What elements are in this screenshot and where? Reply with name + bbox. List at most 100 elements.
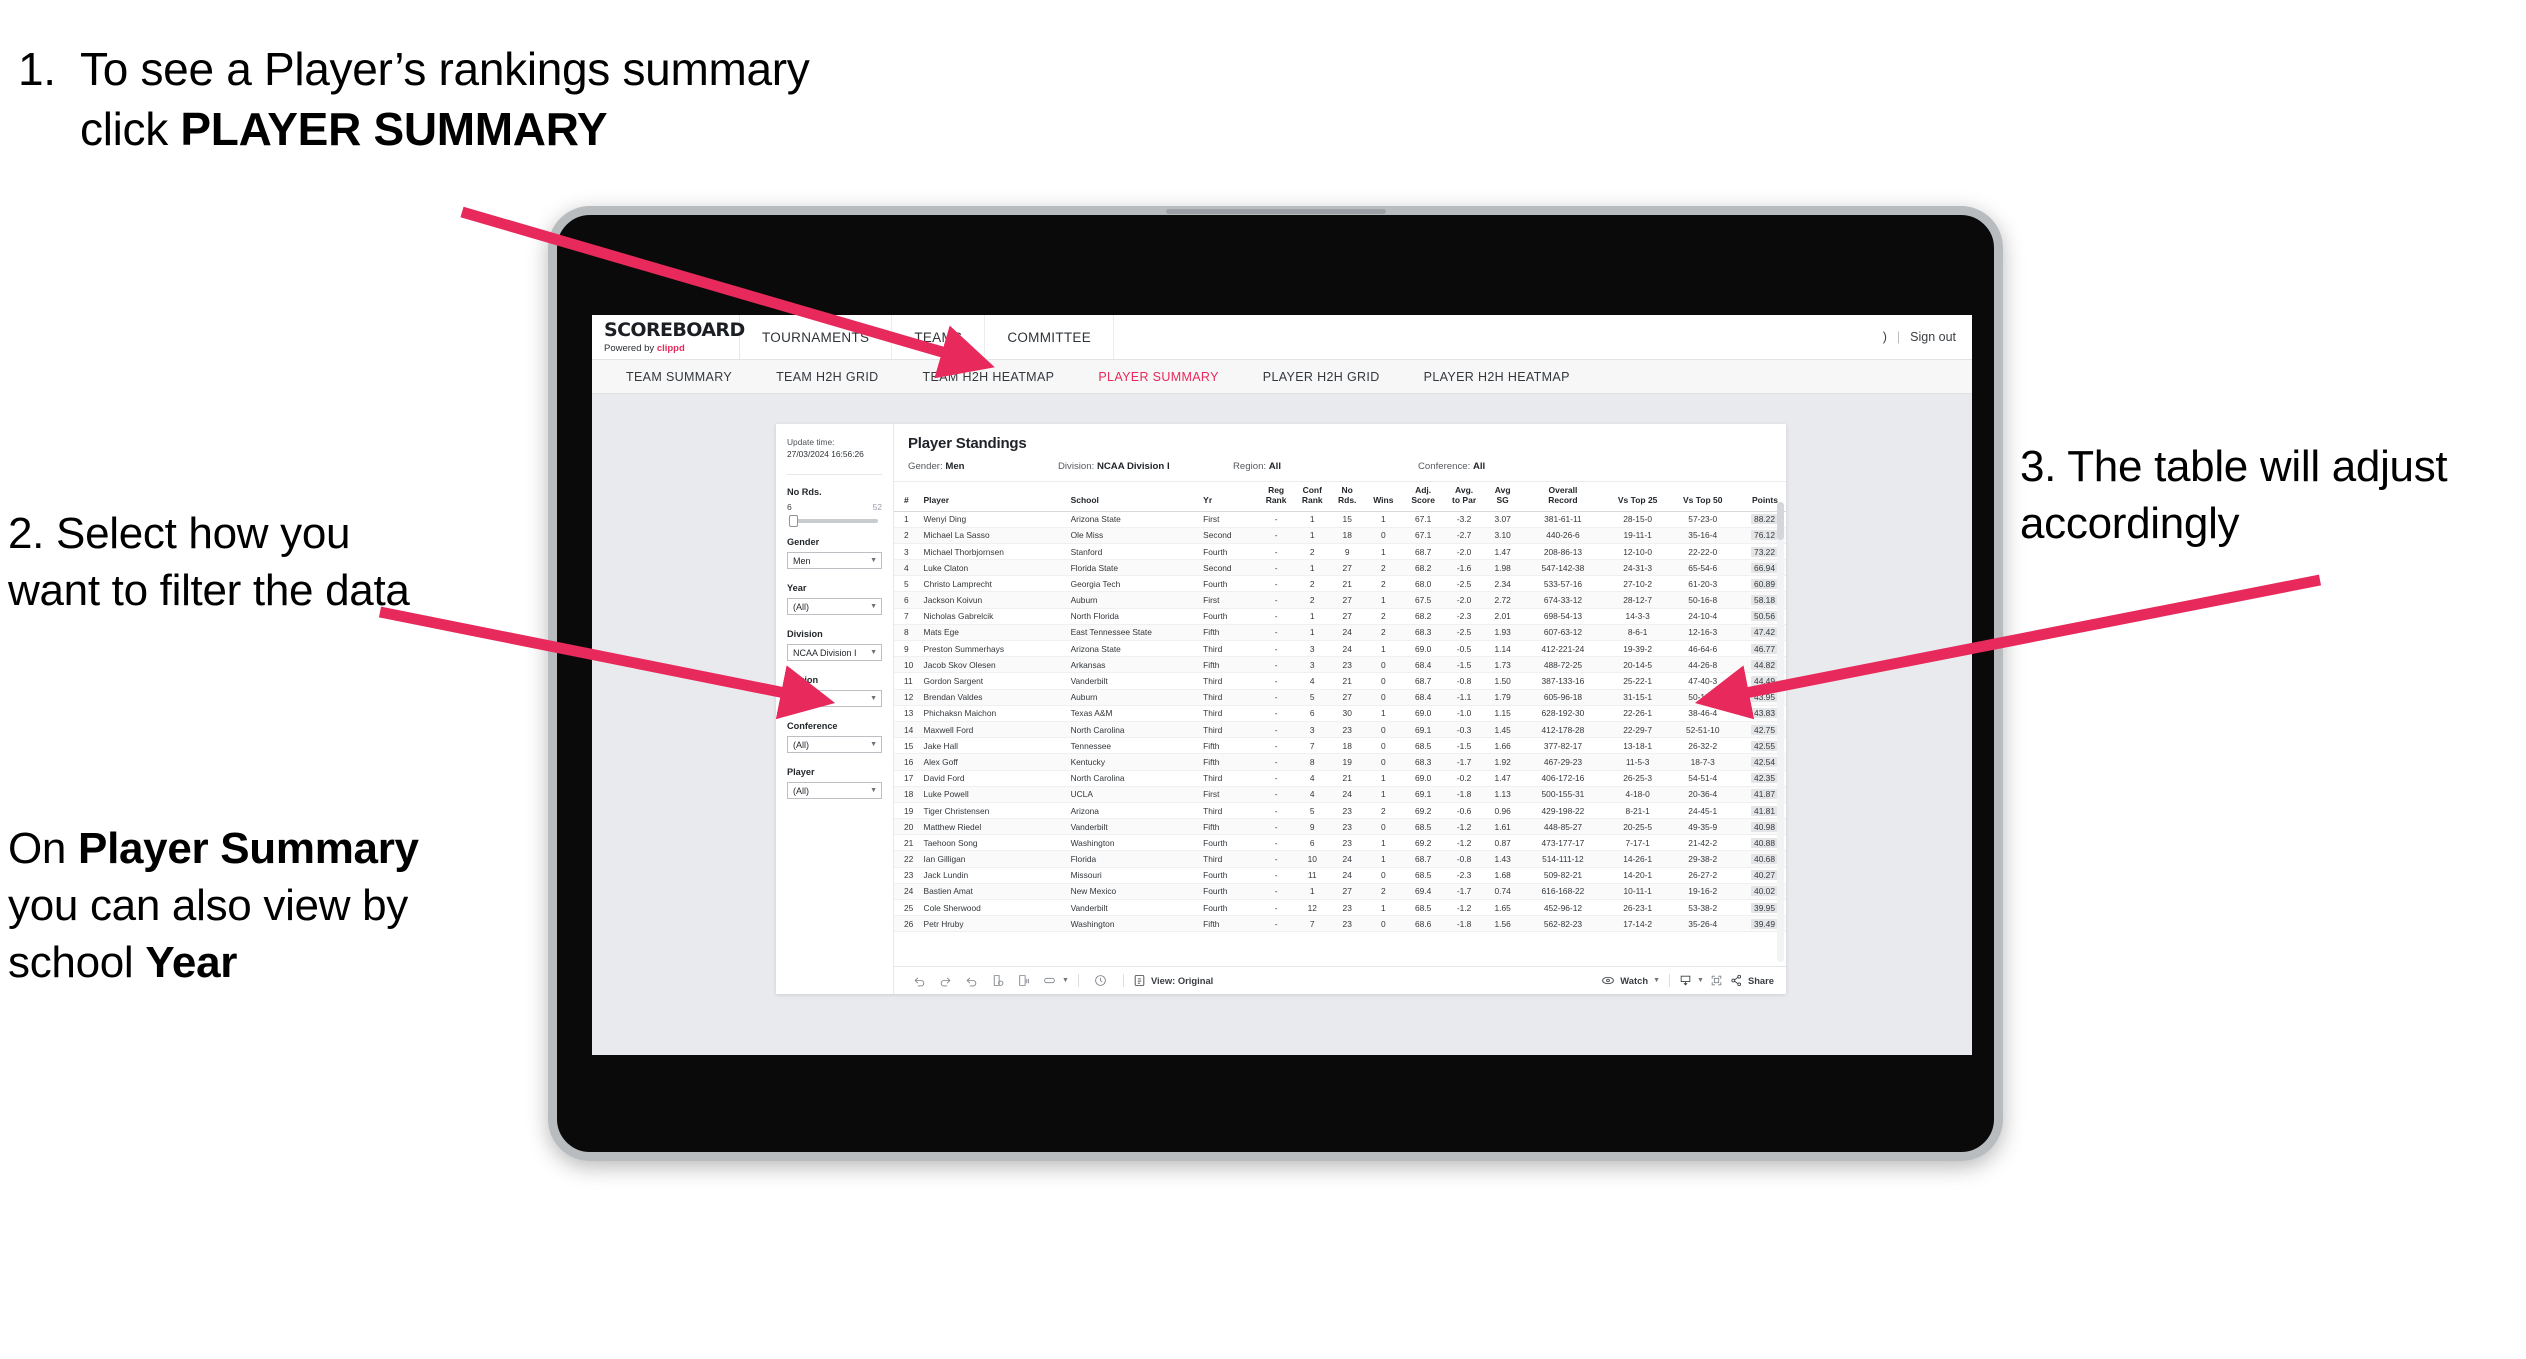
col-year[interactable]: Yr — [1200, 482, 1259, 512]
table-row[interactable]: 5 Christo Lamprecht Georgia Tech Fourth -2 21… — [894, 575, 1786, 593]
device-layout-icon[interactable] — [1036, 974, 1062, 987]
tab-team-h2h-heatmap[interactable]: TEAM H2H HEATMAP — [901, 370, 1077, 384]
table-row[interactable]: 17 David Ford North Carolina Third -4 21 1 69.0… — [894, 770, 1786, 787]
download-button[interactable]: ▼ — [1679, 974, 1704, 987]
gender-dropdown[interactable]: Men ▼ — [787, 552, 882, 570]
cell-vs-top-50: 24-10-4 — [1670, 608, 1736, 625]
table-row[interactable]: 1 Wenyi Ding Arizona State First -1 15 1 67.1 -3… — [894, 511, 1786, 528]
logo-tagline-prefix: Powered by — [604, 342, 657, 354]
device-caret-icon[interactable]: ▼ — [1062, 977, 1069, 984]
table-row[interactable]: 19 Tiger Christensen Arizona Third -5 23 2 69.2… — [894, 802, 1786, 820]
slider-max-value: 52 — [872, 502, 882, 513]
table-row[interactable]: 6 Jackson Koivun Auburn First -2 27 1 67.5 -2.0 2… — [894, 591, 1786, 609]
cell-no-rounds: 27 — [1330, 689, 1365, 706]
view-original-button[interactable]: View: Original — [1133, 974, 1213, 987]
col-school[interactable]: School — [1067, 482, 1201, 512]
player-dropdown[interactable]: (All) ▼ — [787, 782, 882, 800]
redo-icon[interactable] — [932, 974, 958, 987]
table-row[interactable]: 9 Preston Summerhays Arizona State Third -3 2… — [894, 640, 1786, 658]
tab-team-h2h-grid[interactable]: TEAM H2H GRID — [754, 370, 900, 384]
sign-out-link[interactable]: Sign out — [1910, 330, 1956, 344]
table-row[interactable]: 26 Petr Hruby Washington Fifth -7 23 0 68.6 -1.8… — [894, 915, 1786, 933]
table-row[interactable]: 12 Brendan Valdes Auburn Third -5 27 0 68.4 -1.1… — [894, 689, 1786, 706]
tab-player-summary[interactable]: PLAYER SUMMARY — [1076, 370, 1240, 384]
table-row[interactable]: 10 Jacob Skov Olesen Arkansas Fifth -3 23 0 68.… — [894, 656, 1786, 674]
col-adj-score[interactable]: Adj. Score — [1402, 482, 1444, 512]
cell-no-rounds: 18 — [1330, 527, 1365, 544]
revert-icon[interactable] — [958, 974, 984, 987]
col-wins[interactable]: Wins — [1364, 482, 1403, 512]
region-dropdown[interactable]: N/A ▼ — [787, 690, 882, 708]
table-row[interactable]: 22 Ian Gilligan Florida Third -10 24 1 68.7 -0.8… — [894, 850, 1786, 868]
nav-item-teams[interactable]: TEAMS — [892, 315, 986, 359]
table-row[interactable]: 8 Mats Ege East Tennessee State Fifth -1 24 2 6… — [894, 624, 1786, 642]
table-row[interactable]: 16 Alex Goff Kentucky Fifth -8 19 0 68.3 -1.7 1.9… — [894, 753, 1786, 771]
nav-item-committee[interactable]: COMMITTEE — [985, 315, 1115, 359]
col-no-rounds[interactable]: No Rds. — [1330, 482, 1365, 512]
cell-vs-top-25: 22-26-1 — [1605, 705, 1671, 722]
table-row[interactable]: 20 Matthew Riedel Vanderbilt Fifth -9 23 0 68.5… — [894, 818, 1786, 836]
table-row[interactable]: 11 Gordon Sargent Vanderbilt Third -4 21 0 68.7… — [894, 672, 1786, 690]
filter-divider — [787, 474, 882, 476]
cell-avg-sg: 1.61 — [1484, 818, 1521, 836]
table-row[interactable]: 18 Luke Powell UCLA First -4 24 1 69.1 -1.8 1.13 5… — [894, 786, 1786, 803]
points-value: 73.22 — [1751, 546, 1778, 557]
cell-no-rounds: 23 — [1330, 721, 1365, 739]
points-value: 50.56 — [1751, 611, 1778, 622]
table-row[interactable]: 2 Michael La Sasso Ole Miss Second -1 18 0 67.1… — [894, 527, 1786, 544]
table-row[interactable]: 4 Luke Claton Florida State Second -1 27 2 68.2… — [894, 559, 1786, 577]
slider-handle[interactable] — [789, 515, 798, 528]
table-row[interactable]: 13 Phichaksn Maichon Texas A&M Third -6 30 1 69… — [894, 705, 1786, 722]
col-player[interactable]: Player — [920, 482, 1068, 512]
pause-auto-update-icon[interactable] — [1010, 974, 1036, 987]
table-scrollbar-thumb[interactable] — [1777, 502, 1784, 540]
col-reg-rank[interactable]: Reg Rank — [1258, 482, 1295, 512]
cell-avg-to-par: -3.2 — [1443, 511, 1485, 528]
user-avatar[interactable]: ) — [1883, 330, 1887, 344]
nav-item-tournaments[interactable]: TOURNAMENTS — [740, 315, 893, 359]
cell-adj-score: 69.2 — [1402, 834, 1444, 852]
table-row[interactable]: 25 Cole Sherwood Vanderbilt Fourth -12 23 1 68.… — [894, 899, 1786, 917]
cell-rank: 17 — [894, 770, 921, 787]
watch-button[interactable]: Watch ▼ — [1601, 974, 1660, 987]
undo-icon[interactable] — [906, 974, 932, 987]
cell-vs-top-25: 20-14-5 — [1605, 656, 1671, 674]
conference-dropdown[interactable]: (All) ▼ — [787, 736, 882, 754]
cell-rank: 7 — [894, 608, 921, 625]
tab-player-h2h-heatmap[interactable]: PLAYER H2H HEATMAP — [1402, 370, 1592, 384]
refresh-data-icon[interactable] — [984, 974, 1010, 987]
col-avg-sg[interactable]: Avg SG — [1484, 482, 1521, 512]
table-row[interactable]: 21 Taehoon Song Washington Fourth -6 23 1 69.2-… — [894, 834, 1786, 852]
history-icon[interactable] — [1088, 974, 1114, 987]
table-scrollbar-track[interactable] — [1777, 502, 1784, 962]
cell-reg-rank: - — [1258, 770, 1295, 787]
table-row[interactable]: 7 Nicholas Gabrelcik North Florida Fourth -1… — [894, 608, 1786, 625]
cell-conf-rank: 4 — [1294, 770, 1331, 787]
col-rank[interactable]: # — [894, 482, 921, 512]
tab-team-summary[interactable]: TEAM SUMMARY — [604, 370, 754, 384]
cell-rank: 24 — [894, 883, 921, 901]
tab-player-h2h-grid[interactable]: PLAYER H2H GRID — [1241, 370, 1402, 384]
fullscreen-icon[interactable] — [1704, 974, 1730, 987]
table-row[interactable]: 15 Jake Hall Tennessee Fifth -7 18 0 68.5 -1.5 1.… — [894, 737, 1786, 755]
col-avg-to-par[interactable]: Avg. to Par — [1443, 482, 1485, 512]
cell-conf-rank: 1 — [1294, 624, 1331, 642]
table-row[interactable]: 23 Jack Lundin Missouri Fourth -11 24 0 68.5 -2.… — [894, 867, 1786, 884]
col-overall-record[interactable]: Overall Record — [1520, 482, 1606, 512]
table-row[interactable]: 14 Maxwell Ford North Carolina Third -3 23 0 69… — [894, 721, 1786, 739]
col-conf-rank[interactable]: Conf Rank — [1294, 482, 1331, 512]
cell-year: Second — [1200, 527, 1259, 544]
division-dropdown[interactable]: NCAA Division I ▼ — [787, 644, 882, 662]
year-dropdown[interactable]: (All) ▼ — [787, 598, 882, 616]
table-row[interactable]: 3 Michael Thorbjornsen Stanford Fourth -2 9 1 6… — [894, 543, 1786, 561]
cell-avg-sg: 1.47 — [1484, 770, 1521, 787]
cell-conf-rank: 11 — [1294, 867, 1331, 884]
app-logo[interactable]: SCOREBOARD Powered by clippd — [592, 315, 745, 359]
cell-avg-to-par: -0.8 — [1443, 850, 1485, 868]
col-vs-top-25[interactable]: Vs Top 25 — [1605, 482, 1671, 512]
table-row[interactable]: 24 Bastien Amat New Mexico Fourth -1 27 2 69.4-… — [894, 883, 1786, 901]
cell-avg-sg: 3.10 — [1484, 527, 1521, 544]
share-button[interactable]: Share — [1730, 974, 1774, 987]
col-vs-top-50[interactable]: Vs Top 50 — [1670, 482, 1736, 512]
no-rounds-slider[interactable] — [789, 515, 878, 528]
